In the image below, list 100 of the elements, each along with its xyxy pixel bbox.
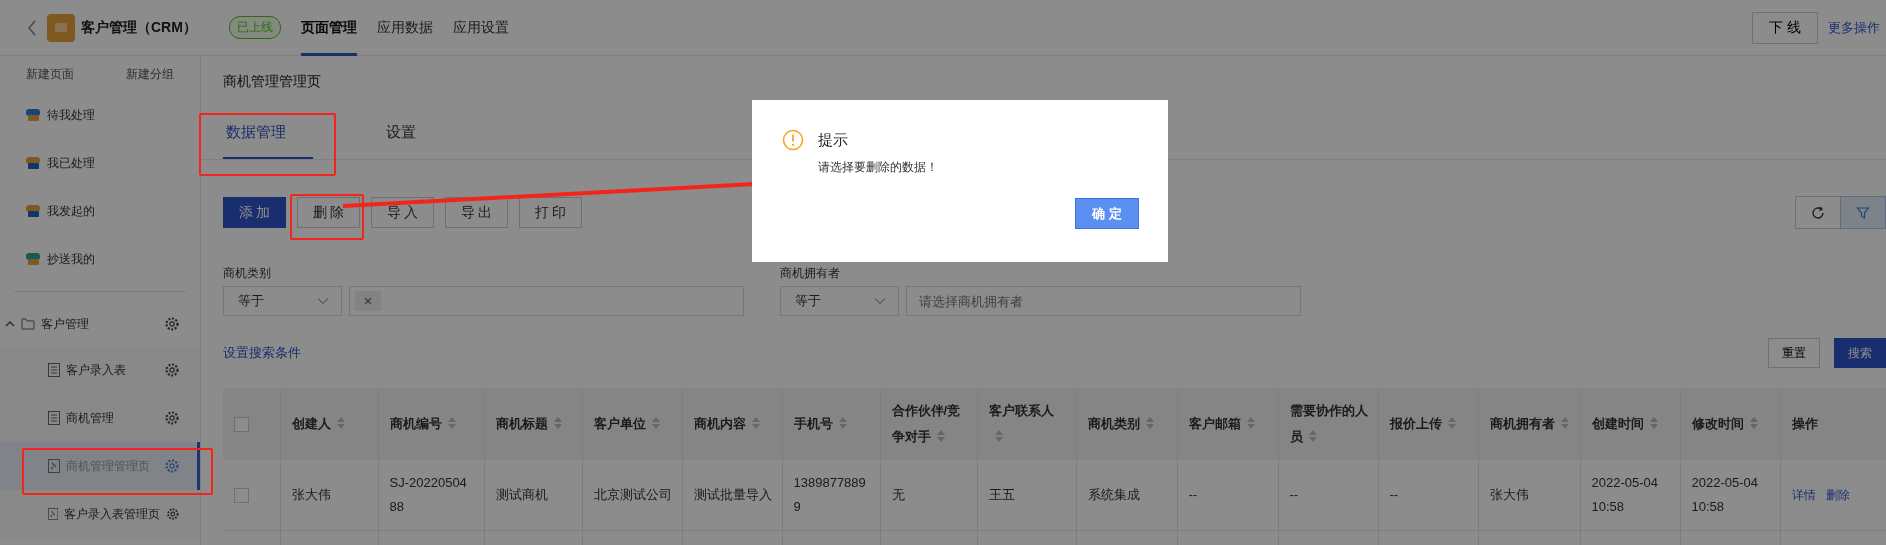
table-cell: -- [1177,460,1278,531]
settings-icon[interactable] [164,316,180,332]
column-header[interactable]: 报价上传 [1378,388,1478,460]
filter-icon [1856,205,1870,220]
search-settings-link[interactable]: 设置搜索条件 [223,344,301,362]
table-cell: 13898778899 [782,460,880,531]
sidebar-item[interactable]: 我发起的 [0,187,200,235]
caret-icon [5,320,15,328]
table-cell: 王五 [977,460,1076,531]
filter-button[interactable] [1840,196,1886,229]
sort-icon[interactable] [936,430,945,442]
column-header[interactable]: 客户单位 [582,388,682,460]
sort-icon[interactable] [651,417,660,429]
sort-icon[interactable] [1749,417,1758,429]
sort-icon[interactable] [553,417,562,429]
sort-icon[interactable] [447,417,456,429]
sort-icon[interactable] [1447,417,1456,429]
column-header[interactable]: 修改时间 [1680,388,1780,460]
column-header[interactable]: 商机编号 [378,388,484,460]
table-cell: -- [1378,460,1478,531]
operator-select[interactable]: 等于 [780,286,899,316]
checkbox[interactable] [234,417,249,433]
app-logo-icon [47,13,75,42]
column-header[interactable]: 客户邮箱 [1177,388,1278,460]
sort-icon[interactable] [336,417,345,429]
operator-select[interactable]: 等于 [223,286,342,316]
table-cell: 无 [880,460,977,531]
column-header[interactable]: 创建人 [280,388,378,460]
page-icon [48,507,59,521]
sort-icon[interactable] [838,417,847,429]
table-cell: 张大伟 [1478,460,1580,531]
ok-button[interactable]: 确 定 [1075,198,1139,229]
app-title: 客户管理（CRM） [81,18,197,37]
table-cell: 北京测试公司 [582,460,682,531]
sort-icon[interactable] [1246,417,1255,429]
column-header[interactable]: 手机号 [782,388,880,460]
settings-icon[interactable] [166,506,180,522]
column-header[interactable]: 创建时间 [1580,388,1680,460]
column-header[interactable]: 商机内容 [682,388,782,460]
toolbar-button[interactable]: 添 加 [223,197,286,228]
sidebar-action[interactable]: 新建页面 [26,62,74,87]
table-cell: SJ-2022050488 [378,460,484,531]
column-header[interactable]: 商机类别 [1076,388,1177,460]
refresh-button[interactable] [1795,196,1841,229]
sort-icon[interactable] [994,430,1003,442]
back-icon[interactable] [27,19,37,36]
dialog-message: 请选择要删除的数据！ [818,159,939,176]
checkbox[interactable] [234,488,249,504]
input-field[interactable]: 请选择商机拥有者 [906,286,1301,316]
settings-icon[interactable] [164,458,180,474]
row-action-link[interactable]: 详情 [1791,487,1816,504]
chevron-down-icon [874,297,886,305]
column-header[interactable]: 需要协作的人员 [1278,388,1378,460]
chevron-down-icon [317,297,329,305]
refresh-icon [1811,205,1825,220]
table-cell: 2022-05-04 10:58 [1580,460,1680,531]
tab[interactable]: 设置 [383,107,420,159]
sort-icon[interactable] [1308,430,1317,442]
sort-icon[interactable] [1560,417,1569,429]
sidebar-action[interactable]: 新建分组 [126,62,174,87]
sidebar-item[interactable]: 待我处理 [0,91,200,139]
tree-group-label: 客户管理 [41,315,90,333]
sidebar-item[interactable]: 抄送我的 [0,235,200,283]
more-actions-link[interactable]: 更多操作 [1828,18,1880,37]
table-cell: -- [1278,460,1378,531]
nav-tab[interactable]: 应用数据 [376,0,433,56]
sort-icon[interactable] [1649,417,1658,429]
tab[interactable]: 数据管理 [223,107,313,159]
tree-item-label: 商机管理 [66,409,115,427]
table-cell: 测试批量导入 [682,460,782,531]
nav-tab[interactable]: 应用设置 [452,0,509,56]
filter-label: 商机类别 [223,265,272,282]
row-action-link[interactable]: 删除 [1825,487,1850,504]
table-cell: 系统集成 [1076,460,1177,531]
warning-icon [782,129,804,151]
nav-tab[interactable]: 页面管理 [300,0,357,56]
toolbar-button[interactable]: 打 印 [519,197,582,228]
column-header[interactable]: 客户联系人 [977,388,1076,460]
tree-group[interactable]: 客户管理 [0,302,200,346]
settings-icon[interactable] [164,362,180,378]
filter-label: 商机拥有者 [780,265,841,282]
reset-button[interactable]: 重置 [1768,338,1820,368]
folder-icon [21,318,35,330]
toolbar-button[interactable]: 删 除 [297,197,360,228]
sort-icon[interactable] [751,417,760,429]
column-header[interactable]: 商机拥有者 [1478,388,1580,460]
close-icon [364,297,372,305]
page-icon [48,459,60,473]
column-header[interactable]: 商机标题 [484,388,582,460]
search-button[interactable]: 搜索 [1834,338,1886,368]
column-header[interactable]: 操作 [1780,388,1886,460]
tag-input-field[interactable] [349,286,744,316]
column-header[interactable]: 合作伙伴/竞争对手 [880,388,977,460]
settings-icon[interactable] [164,410,180,426]
tag-remove-button[interactable] [355,291,381,311]
dialog-title: 提示 [818,130,848,150]
sort-icon[interactable] [1145,417,1154,429]
offline-button[interactable]: 下 线 [1752,11,1818,44]
table-cell: 2022-05-04 10:58 [1680,460,1780,531]
sidebar-item[interactable]: 我已处理 [0,139,200,187]
